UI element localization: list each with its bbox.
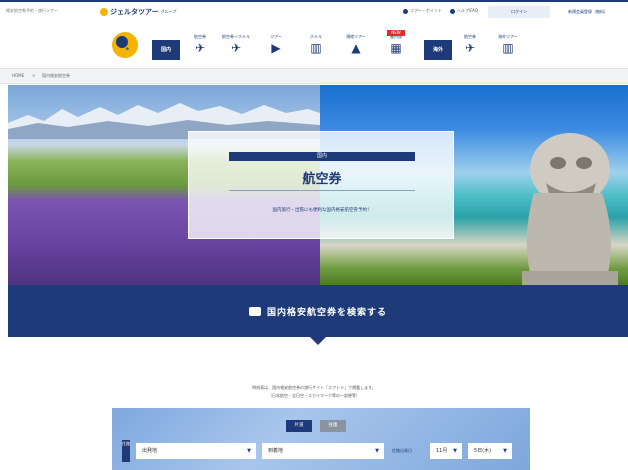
points-icon — [403, 8, 409, 14]
arrival-select-value: 到着地 — [268, 448, 284, 454]
util-link-points-label: ツアー・ポイント — [410, 8, 442, 13]
nav-item-domestic-activity[interactable]: 現地ツアー ▲ — [342, 33, 370, 61]
shisa-statue — [522, 133, 618, 285]
breadcrumb-home[interactable]: HOME — [12, 73, 24, 78]
search-section-title: 国内格安航空券を検索する — [8, 305, 628, 318]
util-link-help-label: ヘルプ/FAQ — [456, 8, 478, 13]
hero-banner: 国内 航空券 国内旅行・出張にも便利な国内格安航空券予約！ — [8, 85, 628, 285]
login-button[interactable]: ログイン — [488, 6, 550, 18]
site-logo[interactable]: e — [112, 32, 138, 58]
breadcrumb: HOME > 国内格安航空券 — [0, 68, 628, 84]
nav-item-label: ツアー — [270, 34, 282, 39]
nav-item-label: 航空券＋ホテル — [222, 34, 250, 39]
hero-divider — [229, 190, 415, 191]
page-title: 航空券 — [302, 172, 342, 187]
day-select-value: 5日(木) — [474, 448, 492, 454]
chevron-down-icon: ▼ — [375, 448, 379, 454]
chevron-down-icon: ▼ — [247, 448, 251, 454]
tab-oneway[interactable]: 片道 — [286, 420, 312, 432]
search-notice: 時刻表は、国内格安航空券の旅行サイト「エアトリ」で掲載します。 （日本航空・全日… — [0, 384, 628, 400]
breadcrumb-separator: > — [32, 73, 36, 78]
notice-line: 時刻表は、国内格安航空券の旅行サイト「エアトリ」で掲載します。 — [252, 385, 376, 390]
breadcrumb-current: 国内格安航空券 — [42, 73, 70, 78]
nav-item-overseas-flights[interactable]: 航空券 ✈ — [456, 33, 484, 61]
chevron-down-icon: ▼ — [503, 448, 507, 454]
hotel-icon: ▥ — [502, 41, 514, 55]
search-section-label: 国内格安航空券を検索する — [266, 308, 387, 318]
main-nav: e 国内 航空券 ✈ 航空券＋ホテル ✈ ツアー ▶ ホテル ▥ 現地ツアー ▲… — [0, 22, 628, 68]
departure-select-value: 出発地 — [142, 448, 158, 454]
flight-search-form: 片道 往復 往路 出発地 ▼ 到着地 ▼ 往路出発日 11月 ▼ 5日(木) ▼ — [112, 408, 530, 470]
nav-item-label: 航空券 — [194, 34, 206, 39]
ticket-search-icon — [248, 307, 261, 316]
activity-icon: ▲ — [351, 41, 361, 55]
day-select[interactable]: 5日(木) ▼ — [468, 443, 512, 459]
hero-card: 国内 航空券 国内旅行・出張にも便利な国内格安航空券予約！ — [188, 131, 454, 239]
nav-item-domestic-tour[interactable]: ツアー ▶ — [262, 33, 290, 61]
brand-logo[interactable]: ジェルタツアー グループ — [100, 7, 176, 17]
plane-icon: ✈ — [194, 41, 206, 55]
nav-item-label: 現地ツアー — [346, 34, 366, 39]
nav-item-domestic-new[interactable]: NEW 屋内旅 ▦ — [382, 30, 410, 61]
plane-hotel-icon: ✈ — [230, 41, 242, 55]
new-badge: NEW — [387, 30, 405, 36]
tour-icon: ▶ — [271, 41, 281, 55]
month-select-value: 11月 — [436, 448, 448, 454]
util-link-help[interactable]: ヘルプ/FAQ — [449, 8, 478, 14]
nav-item-domestic-flight-hotel[interactable]: 航空券＋ホテル ✈ — [222, 33, 250, 61]
brand-name: ジェルタツアー — [110, 8, 159, 16]
help-icon — [449, 8, 455, 14]
date-label: 往路出発日 — [392, 448, 412, 453]
search-section-header: 国内格安航空券を検索する — [8, 285, 628, 337]
departure-select[interactable]: 出発地 ▼ — [136, 443, 256, 459]
nav-item-label: 海外ツアー — [498, 34, 518, 39]
section-caret — [310, 337, 326, 345]
arrival-select[interactable]: 到着地 ▼ — [262, 443, 384, 459]
brand-mark-icon — [100, 8, 108, 16]
plane-icon: ✈ — [464, 41, 476, 55]
tab-roundtrip[interactable]: 往復 — [320, 420, 346, 432]
util-link-points[interactable]: ツアー・ポイント — [403, 8, 442, 14]
hero-subtitle: 国内旅行・出張にも便利な国内格安航空券予約！ — [272, 208, 372, 213]
hero-category-pill: 国内 — [229, 152, 415, 161]
building-icon: ▦ — [390, 41, 402, 55]
notice-line: （日本航空・全日空・スカイマーク等の一部便等） — [268, 393, 360, 398]
top-utility-bar: 格安航空券予約・旅行ツアー ジェルタツアー グループ ツアー・ポイント ヘルプ/… — [0, 0, 628, 22]
nav-badge-overseas[interactable]: 海外 — [424, 40, 452, 60]
nav-item-label: 航空券 — [464, 34, 476, 39]
route-badge: 往路 — [122, 440, 130, 462]
nav-item-overseas-tour[interactable]: 海外ツアー ▥ — [494, 33, 522, 61]
chevron-down-icon: ▼ — [453, 448, 457, 454]
hotel-icon: ▥ — [310, 41, 322, 55]
month-select[interactable]: 11月 ▼ — [430, 443, 462, 459]
utility-links: ツアー・ポイント ヘルプ/FAQ — [403, 8, 478, 14]
register-button[interactable]: 新規会員登録（無料） — [556, 6, 620, 18]
nav-badge-domestic[interactable]: 国内 — [152, 40, 180, 60]
nav-item-label: ホテル — [310, 34, 322, 39]
site-tagline: 格安航空券予約・旅行ツアー — [6, 8, 58, 13]
nav-item-domestic-hotel[interactable]: ホテル ▥ — [302, 33, 330, 61]
logo-text: e — [126, 46, 129, 51]
brand-group: グループ — [160, 9, 177, 14]
nav-item-domestic-flights[interactable]: 航空券 ✈ — [186, 33, 214, 61]
